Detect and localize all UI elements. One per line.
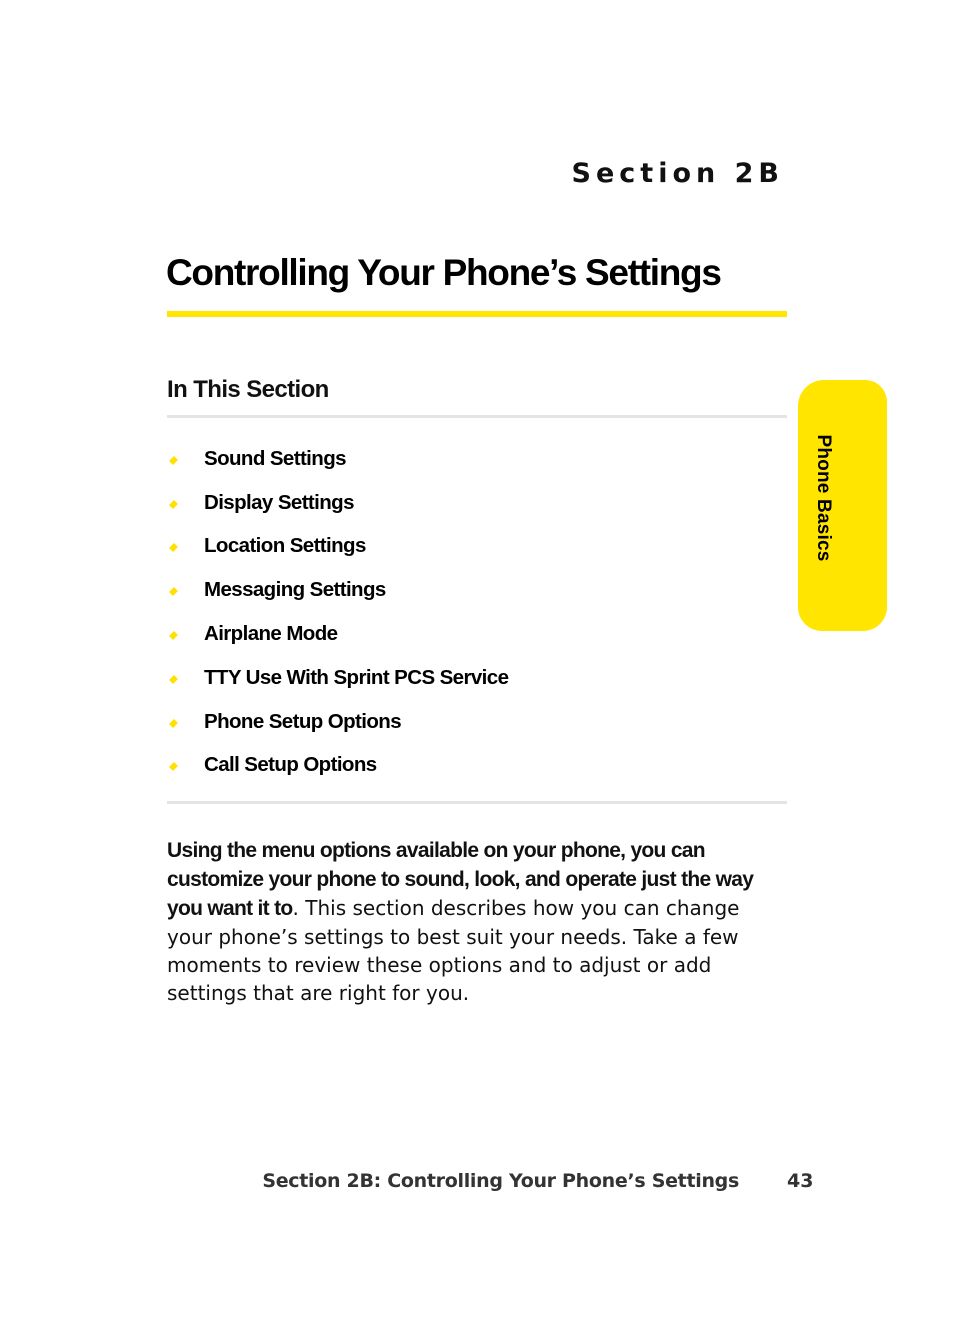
toc-item-label: Display Settings xyxy=(204,490,354,514)
diamond-bullet-icon xyxy=(169,455,178,465)
toc-item-messaging-settings[interactable]: Messaging Settings xyxy=(167,568,508,612)
diamond-bullet-icon xyxy=(169,543,178,553)
toc-item-label: Location Settings xyxy=(204,534,366,558)
toc-item-label: Sound Settings xyxy=(204,446,347,470)
toc-item-location-settings[interactable]: Location Settings xyxy=(167,525,508,569)
section-divider-top xyxy=(167,415,787,418)
toc-item-label: Messaging Settings xyxy=(204,578,386,602)
diamond-bullet-icon xyxy=(169,587,178,597)
page-title: Controlling Your Phone’s Settings xyxy=(166,252,722,293)
toc-item-call-setup-options[interactable]: Call Setup Options xyxy=(167,744,508,788)
diamond-bullet-icon xyxy=(169,499,178,509)
diamond-bullet-icon xyxy=(169,762,178,772)
diamond-bullet-icon xyxy=(169,718,178,728)
in-this-section-heading: In This Section xyxy=(167,376,329,403)
diamond-bullet-icon xyxy=(169,674,178,684)
toc-item-label: Phone Setup Options xyxy=(204,709,402,733)
toc-item-label: TTY Use With Sprint PCS Service xyxy=(204,665,509,689)
side-tab-label: Phone Basics xyxy=(812,433,834,562)
toc-item-label: Call Setup Options xyxy=(204,753,377,777)
toc-item-tty-use[interactable]: TTY Use With Sprint PCS Service xyxy=(167,656,509,700)
title-underline-rule xyxy=(167,311,787,317)
section-contents-list: Sound Settings Display Settings Location… xyxy=(167,437,509,788)
footer-page-number: 43 xyxy=(787,1170,814,1192)
intro-paragraph: Using the menu options available on your… xyxy=(167,836,757,1007)
section-label: Section 2B xyxy=(571,158,784,189)
toc-item-label: Airplane Mode xyxy=(204,622,338,646)
toc-item-display-settings[interactable]: Display Settings xyxy=(167,481,508,525)
section-divider-bottom xyxy=(167,801,787,804)
footer-running-title: Section 2B: Controlling Your Phone’s Set… xyxy=(262,1170,739,1192)
chapter-side-tab: Phone Basics xyxy=(798,380,887,631)
toc-item-sound-settings[interactable]: Sound Settings xyxy=(167,437,508,481)
diamond-bullet-icon xyxy=(169,631,178,641)
toc-item-phone-setup-options[interactable]: Phone Setup Options xyxy=(167,700,508,744)
toc-item-airplane-mode[interactable]: Airplane Mode xyxy=(167,612,508,656)
